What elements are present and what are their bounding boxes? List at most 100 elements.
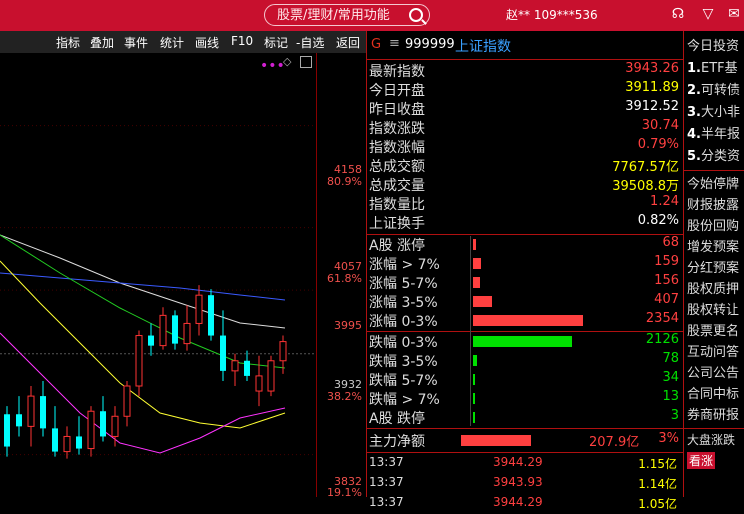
stat-label: 指数涨跌 — [369, 121, 425, 137]
shirt-icon[interactable]: ▽ — [700, 6, 716, 22]
sidebar-link[interactable]: 股票更名 — [687, 320, 739, 339]
distribution-row: 涨幅 > 7% 159 — [367, 254, 683, 273]
distribution-row: 涨幅 5-7% 156 — [367, 273, 683, 292]
distribution-value: 34 — [662, 370, 679, 385]
sidebar-topic[interactable]: 3.大小非 — [687, 101, 740, 120]
kline-chart[interactable] — [0, 53, 366, 497]
tick-time: 13:37 — [369, 455, 404, 469]
stat-row: 总成交额 7767.57亿 — [367, 156, 683, 175]
distribution-row: 跌幅 0-3% 2126 — [367, 332, 683, 351]
sidebar-link[interactable]: 互动问答 — [687, 341, 739, 360]
sidebar-link[interactable]: 公司公告 — [687, 362, 739, 381]
search-placeholder: 股票/理财/常用功能 — [277, 8, 390, 23]
sidebar-topic[interactable]: 4.半年报 — [687, 123, 740, 142]
sidebar-link[interactable]: 券商研报 — [687, 404, 739, 423]
distribution-value: 159 — [654, 254, 679, 269]
distribution-label: 涨幅 > 7% — [369, 257, 440, 273]
search-input[interactable]: 股票/理财/常用功能 — [264, 4, 430, 26]
candle-body — [255, 375, 263, 392]
distribution-row: 涨幅 0-3% 2354 — [367, 311, 683, 330]
sidebar-link[interactable]: 增发预案 — [687, 236, 739, 255]
kline-svg — [0, 125, 316, 459]
pct-label: 80.9% — [327, 175, 362, 188]
tick-price: 3943.93 — [493, 475, 543, 489]
candle-body — [123, 385, 131, 417]
chart-toolbar: 指标 叠加 事件 统计 画线 F10 标记 -自选 返回 — [0, 31, 366, 54]
candle-body — [220, 335, 226, 371]
sidebar-topic[interactable]: 5.分类资 — [687, 145, 740, 164]
pct-label: 61.8% — [327, 272, 362, 285]
candle-body — [172, 315, 178, 344]
moving-average-line — [0, 272, 286, 301]
stat-value: 39508.8万 — [612, 179, 679, 194]
candle-body — [40, 396, 46, 429]
toolbar-watchlist-button[interactable]: -自选 — [296, 34, 324, 51]
sidebar-link[interactable]: 今始停牌 — [687, 173, 739, 192]
distribution-label: 跌幅 > 7% — [369, 392, 440, 408]
sidebar-link[interactable]: 股份回购 — [687, 215, 739, 234]
tick-row: 13:37 3944.29 1.05亿 — [367, 495, 683, 514]
tick-row: 13:37 3944.29 1.15亿 — [367, 455, 683, 474]
top-bar: 股票/理财/常用功能 赵** 109***536 ☊ ▽ ✉ — [0, 0, 744, 31]
sidebar-topic[interactable]: 2.可转债 — [687, 79, 740, 98]
toolbar-indicator-button[interactable]: 指标 — [56, 34, 80, 51]
tick-row: 13:37 3943.93 1.14亿 — [367, 475, 683, 494]
distribution-value: 3 — [670, 408, 679, 423]
distribution-value: 407 — [654, 292, 679, 307]
sidebar-divider — [684, 170, 744, 171]
toolbar-event-button[interactable]: 事件 — [124, 34, 148, 51]
toolbar-overlay-button[interactable]: 叠加 — [90, 34, 114, 51]
sidebar-divider — [684, 428, 744, 429]
toolbar-mark-button[interactable]: 标记 — [264, 34, 288, 51]
toolbar-f10-button[interactable]: F10 — [231, 34, 253, 48]
stat-value: 3943.26 — [625, 61, 679, 76]
index-code: 999999 — [405, 37, 455, 52]
column-divider — [470, 236, 471, 426]
stat-row: 今日开盘 3911.89 — [367, 80, 683, 99]
distribution-label: 涨幅 0-3% — [369, 314, 438, 330]
distribution-row: 跌幅 3-5% 78 — [367, 351, 683, 370]
main-flow-value: 207.9亿 — [589, 435, 640, 450]
main-flow-label: 主力净额 — [369, 434, 425, 450]
candle-body — [100, 411, 106, 437]
toolbar-draw-button[interactable]: 画线 — [195, 34, 219, 51]
search-icon[interactable] — [409, 8, 423, 22]
menu-icon[interactable]: ≡ — [389, 36, 400, 51]
diamond-icon[interactable]: ◇ — [283, 55, 291, 68]
distribution-bar — [473, 336, 572, 347]
stat-label: 上证换手 — [369, 216, 425, 232]
mail-icon[interactable]: ✉ — [726, 6, 742, 22]
stat-value: 30.74 — [641, 118, 679, 133]
stat-value: 0.79% — [637, 137, 679, 152]
distribution-label: 跌幅 5-7% — [369, 373, 438, 389]
candle-body — [159, 314, 167, 347]
user-account[interactable]: 赵** 109***536 — [506, 6, 598, 23]
toolbar-stats-button[interactable]: 统计 — [160, 34, 184, 51]
headset-icon[interactable]: ☊ — [670, 6, 686, 22]
stat-row: 指数涨跌 30.74 — [367, 118, 683, 137]
sidebar-link[interactable]: 股权质押 — [687, 278, 739, 297]
sidebar-link[interactable]: 股权转让 — [687, 299, 739, 318]
distribution-label: 跌幅 0-3% — [369, 335, 438, 351]
distribution-row: 跌幅 > 7% 13 — [367, 389, 683, 408]
section-divider — [367, 452, 683, 453]
candle-body — [63, 435, 71, 453]
stat-value: 7767.57亿 — [612, 160, 679, 175]
sidebar-link[interactable]: 财报披露 — [687, 194, 739, 213]
sidebar-link[interactable]: 合同中标 — [687, 383, 739, 402]
distribution-label: A股 涨停 — [369, 238, 426, 254]
market-trend-title: 大盘涨跌 — [687, 433, 736, 447]
stat-label: 最新指数 — [369, 64, 425, 80]
pct-label: 38.2% — [327, 390, 362, 403]
g-icon[interactable]: G — [371, 37, 381, 52]
toolbar-back-button[interactable]: 返回 — [336, 34, 360, 51]
distribution-bar — [473, 315, 583, 326]
maximize-icon[interactable] — [300, 56, 312, 68]
stat-row: 指数量比 1.24 — [367, 194, 683, 213]
distribution-label: 涨幅 3-5% — [369, 295, 438, 311]
bullish-tab[interactable]: 看涨 — [687, 452, 716, 469]
index-name: 上证指数 — [455, 39, 511, 55]
sidebar-topic[interactable]: 1.ETF基 — [687, 57, 738, 76]
sidebar-link[interactable]: 分红预案 — [687, 257, 739, 276]
main-flow-bar — [461, 435, 531, 446]
